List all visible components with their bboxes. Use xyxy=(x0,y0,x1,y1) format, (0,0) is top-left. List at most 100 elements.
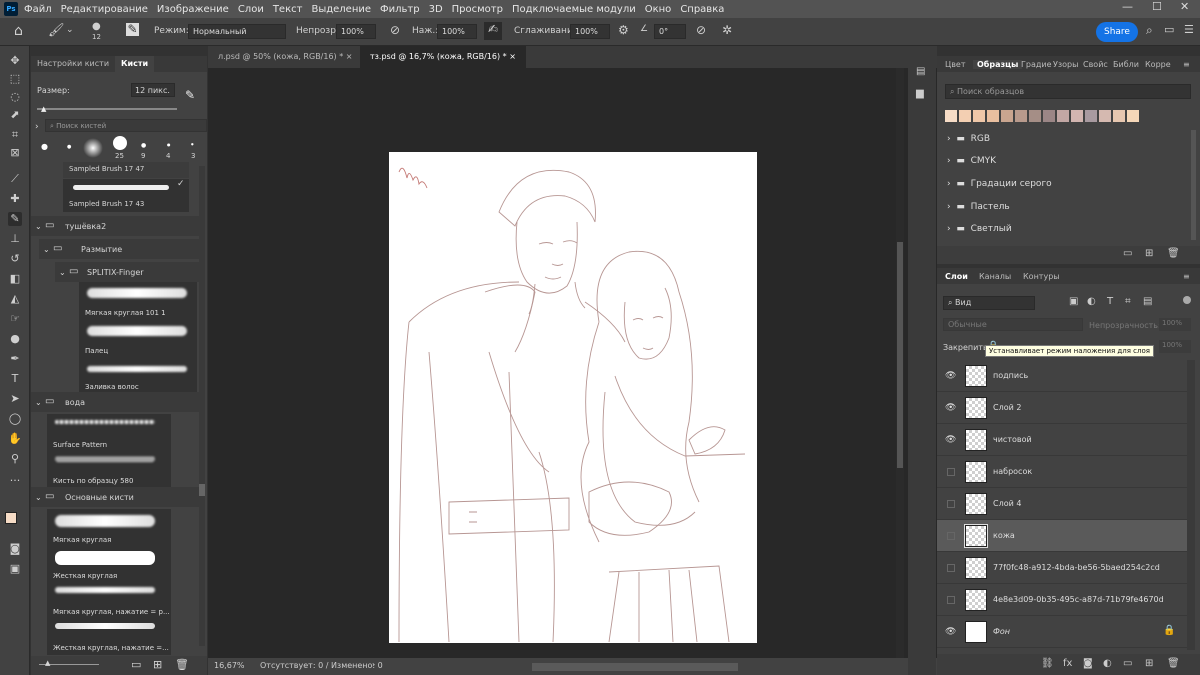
preset-dot-3-icon[interactable]: ● xyxy=(191,142,194,146)
brush-item[interactable]: Sampled Brush 17 47 xyxy=(63,162,189,178)
layer-name[interactable]: Слой 2 xyxy=(993,403,1021,412)
zoom-readout[interactable]: 16,67% xyxy=(214,661,245,670)
eye-icon[interactable]: 👁 xyxy=(945,435,957,445)
gear-icon[interactable]: ⚙ xyxy=(618,23,629,37)
history-icon[interactable]: ▤ xyxy=(916,66,925,77)
tab-color[interactable]: Цвет xyxy=(945,60,966,69)
filter-toggle-icon[interactable] xyxy=(1183,296,1191,304)
brush-item[interactable]: Кисть по образцу 580 xyxy=(47,450,171,488)
menu-image[interactable]: Изображение xyxy=(157,4,229,15)
menu-layers[interactable]: Слои xyxy=(238,4,264,15)
folder-voda[interactable]: ⌄ ▭ вода xyxy=(31,392,199,412)
brush-tool-icon[interactable]: ✎ xyxy=(8,212,22,226)
tab-doc-tz[interactable]: тз.psd @ 16,7% (кожа, RGB/16) * × xyxy=(360,46,526,68)
menu-plugins[interactable]: Подключаемые модули xyxy=(512,4,636,15)
smudge-tool-icon[interactable]: ☞ xyxy=(8,312,22,326)
menu-text[interactable]: Текст xyxy=(273,4,303,15)
brush-panel-toggle-icon[interactable]: ✎ xyxy=(126,23,139,36)
folder-tushevka2[interactable]: ⌄ ▭ тушёвка2 xyxy=(31,216,199,236)
history-brush-tool-icon[interactable]: ↺ xyxy=(8,252,22,266)
layer-row[interactable]: набросок xyxy=(937,456,1187,488)
hand-tool-icon[interactable]: ✋ xyxy=(8,432,22,446)
brush-item[interactable]: Мягкая круглая 101 1 xyxy=(79,282,197,320)
color-swatch[interactable] xyxy=(1099,110,1111,122)
tab-libraries[interactable]: Библи xyxy=(1113,60,1139,69)
tab-brushes[interactable]: Кисти xyxy=(115,56,155,72)
chevron-right-icon[interactable]: › xyxy=(35,122,39,132)
gear-icon[interactable]: ☰ xyxy=(1184,23,1194,36)
folder-icon[interactable]: ▭ xyxy=(131,658,141,671)
layer-name[interactable]: чистовой xyxy=(993,435,1032,444)
color-swatch[interactable] xyxy=(1085,110,1097,122)
preset-hard-brush-icon[interactable]: ● xyxy=(41,142,48,151)
brush-item[interactable]: Жесткая круглая xyxy=(47,545,171,583)
shape-tool-icon[interactable]: ◯ xyxy=(8,412,22,426)
tab-channels[interactable]: Каналы xyxy=(979,272,1011,281)
zoom-tool-icon[interactable]: ⚲ xyxy=(8,452,22,466)
chevron-down-icon[interactable]: ⌄ xyxy=(66,25,74,35)
brush-search-input[interactable]: ⌕ Поиск кистей xyxy=(45,119,207,132)
brush-item[interactable]: Мягкая круглая, нажатие = р... xyxy=(47,581,171,619)
size-input[interactable]: 12 пикс. xyxy=(131,83,175,97)
color-swatch[interactable] xyxy=(1001,110,1013,122)
swatch-group-grayscale[interactable]: › ▬ Градации серого xyxy=(947,179,1052,189)
layer-filter-select[interactable]: ⌕ Вид xyxy=(943,296,1035,310)
tab-patterns[interactable]: Узоры xyxy=(1053,60,1078,69)
trash-icon[interactable]: 🗑 xyxy=(1167,248,1180,259)
chevron-right-icon[interactable]: › xyxy=(372,660,375,669)
adjustment-layer-icon[interactable]: ◐ xyxy=(1103,658,1112,669)
plus-icon[interactable]: ⊞ xyxy=(153,658,162,671)
minimize-icon[interactable]: — xyxy=(1122,0,1133,13)
preset-small-brush-icon[interactable]: ● xyxy=(67,144,71,150)
add-mask-icon[interactable]: ◙ xyxy=(1083,658,1093,669)
airbrush-icon[interactable]: ✍ xyxy=(484,22,502,40)
layer-row[interactable]: 👁 Слой 2 xyxy=(937,392,1187,424)
tab-paths[interactable]: Контуры xyxy=(1023,272,1060,281)
blend-mode-select[interactable]: Обычные xyxy=(943,318,1083,331)
tab-properties[interactable]: Свойс xyxy=(1083,60,1108,69)
layer-name[interactable]: Фон xyxy=(993,627,1010,636)
comments-icon[interactable]: ▆ xyxy=(916,88,924,99)
symmetry-icon[interactable]: ✲ xyxy=(722,23,732,37)
layer-name[interactable]: 4e8e3d09-0b35-495c-a87d-71b79fe4670d xyxy=(993,595,1164,604)
search-icon[interactable]: ⌕ xyxy=(1146,23,1153,38)
folder-icon[interactable]: ▭ xyxy=(1123,658,1132,669)
healing-tool-icon[interactable]: ✚ xyxy=(8,192,22,206)
filter-shape-icon[interactable]: ⌗ xyxy=(1125,296,1131,307)
object-select-tool-icon[interactable]: ⬈ xyxy=(8,108,22,122)
mode-select[interactable]: Нормальный xyxy=(188,24,286,39)
preset-dot-9-icon[interactable]: ● xyxy=(141,142,146,149)
tab-layers[interactable]: Слои xyxy=(945,272,968,281)
tab-swatches[interactable]: Образцы xyxy=(973,60,1023,69)
frame-tool-icon[interactable]: ⊠ xyxy=(8,146,22,160)
preset-dot-4-icon[interactable]: ● xyxy=(167,142,171,147)
color-swatch[interactable] xyxy=(1071,110,1083,122)
tab-adjustments[interactable]: Корре xyxy=(1145,60,1171,69)
menu-window[interactable]: Окно xyxy=(645,4,672,15)
brush-item[interactable]: Палец xyxy=(79,320,197,358)
path-select-tool-icon[interactable]: ➤ xyxy=(8,392,22,406)
close-icon[interactable]: ✕ xyxy=(1180,0,1189,13)
angle-input[interactable]: 0° xyxy=(654,24,686,39)
layer-name[interactable]: 77f0fc48-a912-4bda-be56-5baed254c2cd xyxy=(993,563,1160,572)
layer-name[interactable]: кожа xyxy=(993,531,1015,540)
trash-icon[interactable]: 🗑 xyxy=(1167,658,1180,669)
panel-menu-icon[interactable]: ≡ xyxy=(1183,272,1190,281)
preset-soft-brush-icon[interactable] xyxy=(83,138,103,158)
layer-name[interactable]: Слой 4 xyxy=(993,499,1021,508)
folder-razmytie[interactable]: ⌄ ▭ Размытие xyxy=(39,239,199,259)
lasso-tool-icon[interactable]: ◌ xyxy=(8,90,22,104)
brush-item[interactable]: Surface Pattern xyxy=(47,414,171,452)
folder-basic-brushes[interactable]: ⌄ ▭ Основные кисти xyxy=(31,487,199,507)
maximize-icon[interactable]: ☐ xyxy=(1152,0,1162,13)
filter-smart-icon[interactable]: ▤ xyxy=(1143,296,1152,307)
swatch-search-input[interactable]: ⌕ Поиск образцов xyxy=(945,84,1191,99)
vertical-scrollbar[interactable] xyxy=(896,68,904,658)
new-brush-icon[interactable]: ✎ xyxy=(185,88,195,102)
opacity-input[interactable]: 100% xyxy=(336,24,376,39)
scrollbar-thumb[interactable] xyxy=(199,484,205,496)
eye-icon[interactable]: 👁 xyxy=(945,371,957,381)
filter-pixel-icon[interactable]: ▣ xyxy=(1069,296,1078,307)
tab-brush-settings[interactable]: Настройки кисти xyxy=(31,56,115,72)
visibility-toggle[interactable] xyxy=(947,596,955,604)
